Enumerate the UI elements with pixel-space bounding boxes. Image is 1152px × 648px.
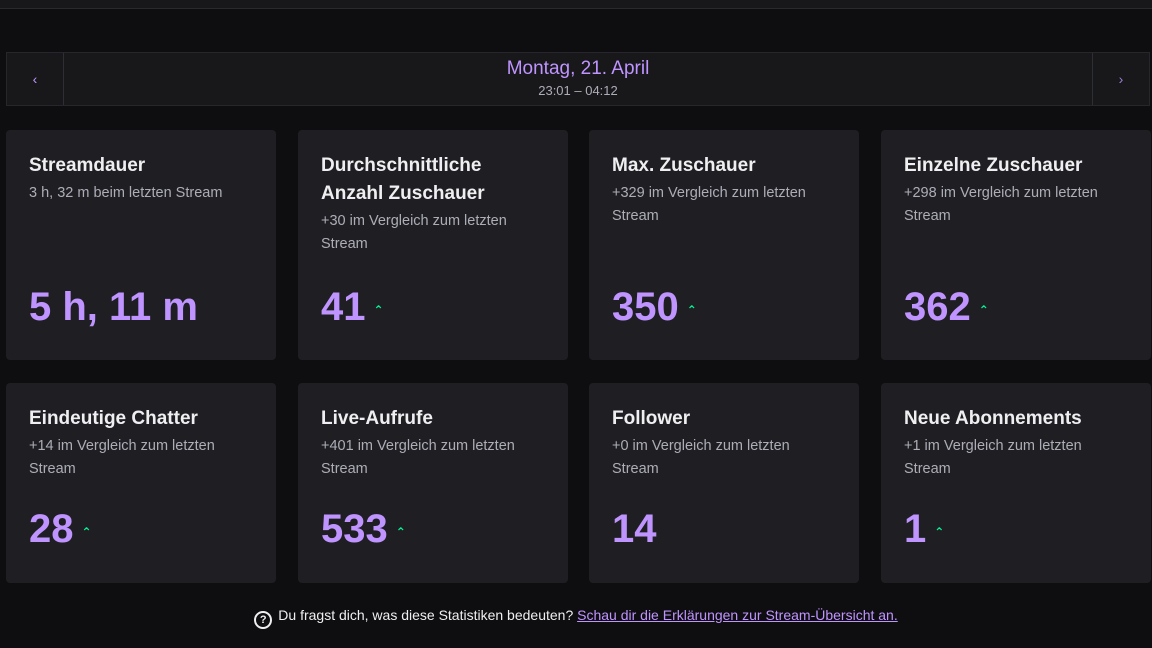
- date-navigator: ‹ Montag, 21. April 23:01 – 04:12 ›: [6, 52, 1150, 106]
- stat-comparison: +30 im Vergleich zum letzten Stream: [321, 213, 507, 252]
- stream-summary-explanation-link[interactable]: Schau dir die Erklärungen zur Stream-Übe…: [577, 607, 898, 623]
- stat-comparison: +298 im Vergleich zum letzten Stream: [904, 185, 1098, 224]
- chevron-left-icon: ‹: [32, 71, 38, 87]
- stat-card-stream-duration: Streamdauer 3 h, 32 m beim letzten Strea…: [6, 130, 276, 360]
- stat-comparison: +14 im Vergleich zum letzten Stream: [29, 438, 215, 477]
- trend-up-icon: ⌃: [978, 303, 989, 317]
- stat-value: 28 ⌃: [29, 507, 92, 560]
- next-stream-button[interactable]: ›: [1092, 53, 1149, 105]
- chevron-right-icon: ›: [1118, 71, 1124, 87]
- trend-up-icon: ⌃: [686, 303, 697, 317]
- stat-comparison: 3 h, 32 m beim letzten Stream: [29, 185, 223, 201]
- trend-up-icon: ⌃: [395, 525, 406, 539]
- stat-comparison: +401 im Vergleich zum letzten Stream: [321, 438, 515, 477]
- stream-date: Montag, 21. April: [506, 58, 650, 79]
- stat-card-live-views: Live-Aufrufe +401 im Vergleich zum letzt…: [298, 383, 568, 583]
- stat-value: 41 ⌃: [321, 285, 384, 338]
- stat-value: 533 ⌃: [321, 507, 406, 560]
- stat-card-max-viewers: Max. Zuschauer +329 im Vergleich zum let…: [589, 130, 859, 360]
- stat-card-unique-viewers: Einzelne Zuschauer +298 im Vergleich zum…: [881, 130, 1151, 360]
- stat-value: 362 ⌃: [904, 285, 989, 338]
- stat-card-followers: Follower +0 im Vergleich zum letzten Str…: [589, 383, 859, 583]
- stat-value: 14: [612, 507, 657, 551]
- previous-stream-button[interactable]: ‹: [7, 53, 64, 105]
- stat-comparison: +329 im Vergleich zum letzten Stream: [612, 185, 806, 224]
- stat-title: Durchschnittliche Anzahl Zuschauer: [321, 155, 485, 204]
- trend-up-icon: ⌃: [934, 525, 945, 539]
- date-display: Montag, 21. April 23:01 – 04:12: [63, 53, 1093, 105]
- trend-up-icon: ⌃: [81, 525, 92, 539]
- stat-title: Max. Zuschauer: [612, 155, 756, 176]
- stat-title: Neue Abonnements: [904, 408, 1082, 429]
- stat-value: 350 ⌃: [612, 285, 697, 338]
- stat-title: Follower: [612, 408, 691, 429]
- stream-time-range: 23:01 – 04:12: [538, 83, 618, 98]
- trend-up-icon: ⌃: [373, 303, 384, 317]
- help-question: Du fragst dich, was diese Statistiken be…: [278, 607, 574, 623]
- question-circle-icon: ?: [254, 611, 273, 629]
- stat-title: Eindeutige Chatter: [29, 408, 198, 429]
- stat-comparison: +1 im Vergleich zum letzten Stream: [904, 438, 1082, 477]
- help-footer: ? Du fragst dich, was diese Statistiken b…: [0, 607, 1152, 629]
- stat-title: Live-Aufrufe: [321, 408, 433, 429]
- stat-card-unique-chatters: Eindeutige Chatter +14 im Vergleich zum …: [6, 383, 276, 583]
- top-bar: [0, 0, 1152, 9]
- stat-title: Streamdauer: [29, 155, 146, 176]
- stat-value: 5 h, 11 m: [29, 285, 198, 329]
- stat-card-new-subscriptions: Neue Abonnements +1 im Vergleich zum let…: [881, 383, 1151, 583]
- stat-value: 1 ⌃: [904, 507, 944, 560]
- stat-card-average-viewers: Durchschnittliche Anzahl Zuschauer +30 i…: [298, 130, 568, 360]
- stat-title: Einzelne Zuschauer: [904, 155, 1083, 176]
- stat-comparison: +0 im Vergleich zum letzten Stream: [612, 438, 790, 477]
